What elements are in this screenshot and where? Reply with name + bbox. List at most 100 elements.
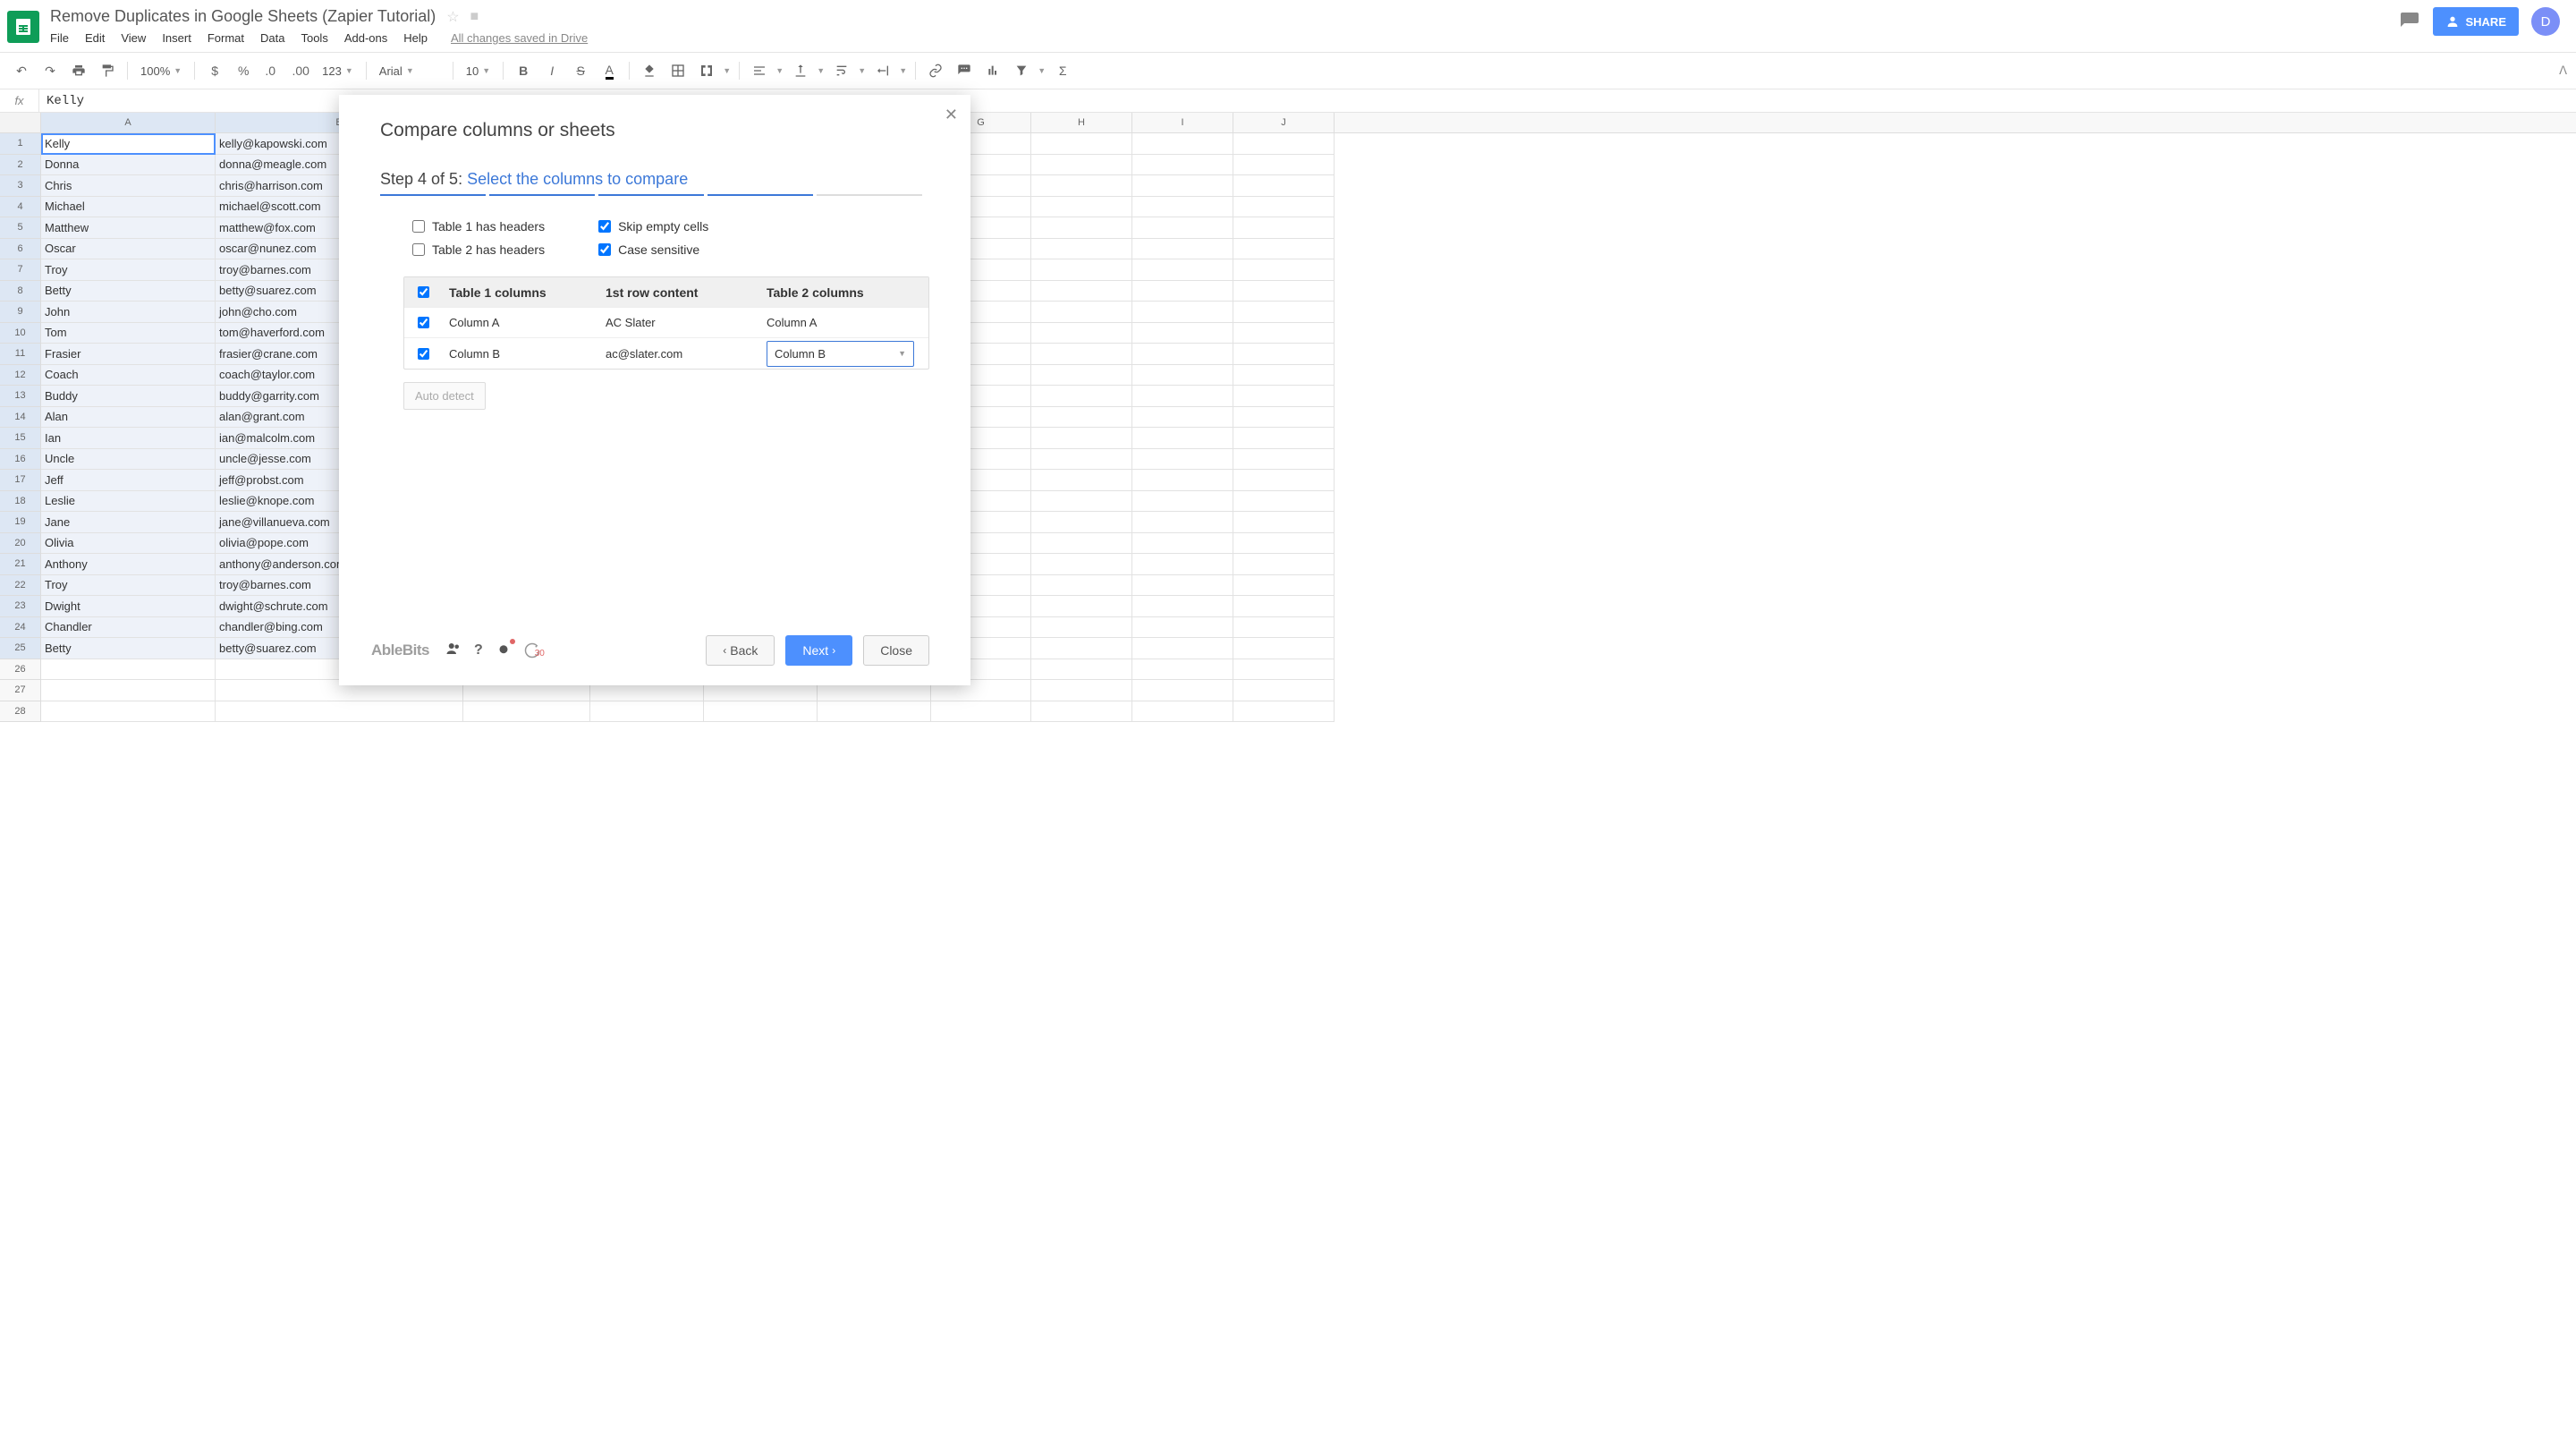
- cell[interactable]: [931, 701, 1031, 723]
- share-button[interactable]: SHARE: [2433, 7, 2519, 36]
- row-header[interactable]: 16: [0, 449, 41, 471]
- row-header[interactable]: 26: [0, 659, 41, 681]
- fill-color-icon[interactable]: [637, 58, 662, 83]
- cell[interactable]: [1132, 575, 1233, 597]
- menu-help[interactable]: Help: [403, 31, 428, 45]
- folder-icon[interactable]: ■: [470, 9, 479, 25]
- cell[interactable]: [1233, 155, 1335, 176]
- text-wrap-icon[interactable]: [829, 58, 854, 83]
- cell[interactable]: [1233, 596, 1335, 617]
- cell[interactable]: [1233, 701, 1335, 723]
- cell[interactable]: [1233, 302, 1335, 323]
- column-row-checkbox[interactable]: [418, 317, 429, 328]
- cell[interactable]: [1132, 365, 1233, 387]
- font-size-select[interactable]: 10▼: [461, 64, 496, 78]
- row-header[interactable]: 22: [0, 575, 41, 597]
- cell[interactable]: [1132, 659, 1233, 681]
- row-header[interactable]: 25: [0, 638, 41, 659]
- row-header[interactable]: 7: [0, 259, 41, 281]
- cell[interactable]: [1132, 428, 1233, 449]
- cell[interactable]: [1233, 512, 1335, 533]
- menu-format[interactable]: Format: [208, 31, 244, 45]
- row-header[interactable]: 13: [0, 386, 41, 407]
- cell[interactable]: [1132, 133, 1233, 155]
- cell[interactable]: [1233, 259, 1335, 281]
- cell[interactable]: [1233, 533, 1335, 555]
- zoom-select[interactable]: 100%▼: [135, 64, 187, 78]
- menu-insert[interactable]: Insert: [162, 31, 191, 45]
- close-button[interactable]: Close: [863, 635, 929, 666]
- chart-icon[interactable]: [980, 58, 1005, 83]
- cell[interactable]: [1132, 449, 1233, 471]
- cell[interactable]: Jane: [41, 512, 216, 533]
- link-icon[interactable]: [923, 58, 948, 83]
- cell[interactable]: [1031, 575, 1132, 597]
- cell[interactable]: [818, 701, 931, 723]
- check-skip-empty[interactable]: Skip empty cells: [598, 219, 708, 234]
- cell[interactable]: Jeff: [41, 470, 216, 491]
- row-header[interactable]: 9: [0, 302, 41, 323]
- cell[interactable]: [1233, 175, 1335, 197]
- cell[interactable]: [1031, 638, 1132, 659]
- cell[interactable]: [41, 659, 216, 681]
- cell[interactable]: [1031, 302, 1132, 323]
- strikethrough-icon[interactable]: S: [568, 58, 593, 83]
- row-header[interactable]: 24: [0, 617, 41, 639]
- cell[interactable]: [1233, 491, 1335, 513]
- menu-edit[interactable]: Edit: [85, 31, 105, 45]
- cell[interactable]: [1233, 554, 1335, 575]
- cell[interactable]: [1233, 239, 1335, 260]
- comment-icon[interactable]: [952, 58, 977, 83]
- cell[interactable]: [1031, 175, 1132, 197]
- font-select[interactable]: Arial▼: [374, 64, 445, 78]
- select-all-columns-checkbox[interactable]: [418, 286, 429, 298]
- cell[interactable]: [1031, 281, 1132, 302]
- column-header[interactable]: J: [1233, 113, 1335, 132]
- row-header[interactable]: 3: [0, 175, 41, 197]
- cell[interactable]: [1233, 197, 1335, 218]
- cell[interactable]: John: [41, 302, 216, 323]
- cell[interactable]: [1132, 155, 1233, 176]
- cell[interactable]: [1031, 217, 1132, 239]
- cell[interactable]: [1132, 386, 1233, 407]
- cell[interactable]: Coach: [41, 365, 216, 387]
- cell[interactable]: [1031, 386, 1132, 407]
- cell[interactable]: [1031, 133, 1132, 155]
- row-header[interactable]: 20: [0, 533, 41, 555]
- cell[interactable]: [1031, 512, 1132, 533]
- percent-icon[interactable]: %: [231, 58, 256, 83]
- bold-icon[interactable]: B: [511, 58, 536, 83]
- check-case-sensitive[interactable]: Case sensitive: [598, 242, 708, 257]
- row-header[interactable]: 11: [0, 344, 41, 365]
- cell[interactable]: [1233, 428, 1335, 449]
- fx-label[interactable]: fx: [0, 89, 39, 112]
- h-align-icon[interactable]: [747, 58, 772, 83]
- cell[interactable]: [1031, 470, 1132, 491]
- cell[interactable]: Alan: [41, 407, 216, 429]
- cell[interactable]: [1132, 554, 1233, 575]
- menu-tools[interactable]: Tools: [301, 31, 327, 45]
- redo-icon[interactable]: ↷: [38, 58, 63, 83]
- cell[interactable]: Troy: [41, 259, 216, 281]
- cell[interactable]: [1132, 470, 1233, 491]
- cell[interactable]: [1132, 617, 1233, 639]
- cell[interactable]: [1233, 386, 1335, 407]
- cell[interactable]: Anthony: [41, 554, 216, 575]
- cell[interactable]: [1132, 239, 1233, 260]
- check-table2-headers[interactable]: Table 2 has headers: [412, 242, 545, 257]
- save-status[interactable]: All changes saved in Drive: [451, 31, 588, 45]
- cell[interactable]: [1031, 323, 1132, 344]
- cell[interactable]: [1233, 575, 1335, 597]
- trial-days-icon[interactable]: 30: [524, 642, 545, 659]
- cell[interactable]: [1031, 680, 1132, 701]
- star-icon[interactable]: ☆: [446, 8, 459, 26]
- paint-format-icon[interactable]: [95, 58, 120, 83]
- cell[interactable]: Leslie: [41, 491, 216, 513]
- currency-icon[interactable]: $: [202, 58, 227, 83]
- italic-icon[interactable]: I: [539, 58, 564, 83]
- cell[interactable]: [1132, 217, 1233, 239]
- v-align-icon[interactable]: [788, 58, 813, 83]
- borders-icon[interactable]: [665, 58, 691, 83]
- cell[interactable]: [1233, 217, 1335, 239]
- select-all-corner[interactable]: [0, 113, 41, 132]
